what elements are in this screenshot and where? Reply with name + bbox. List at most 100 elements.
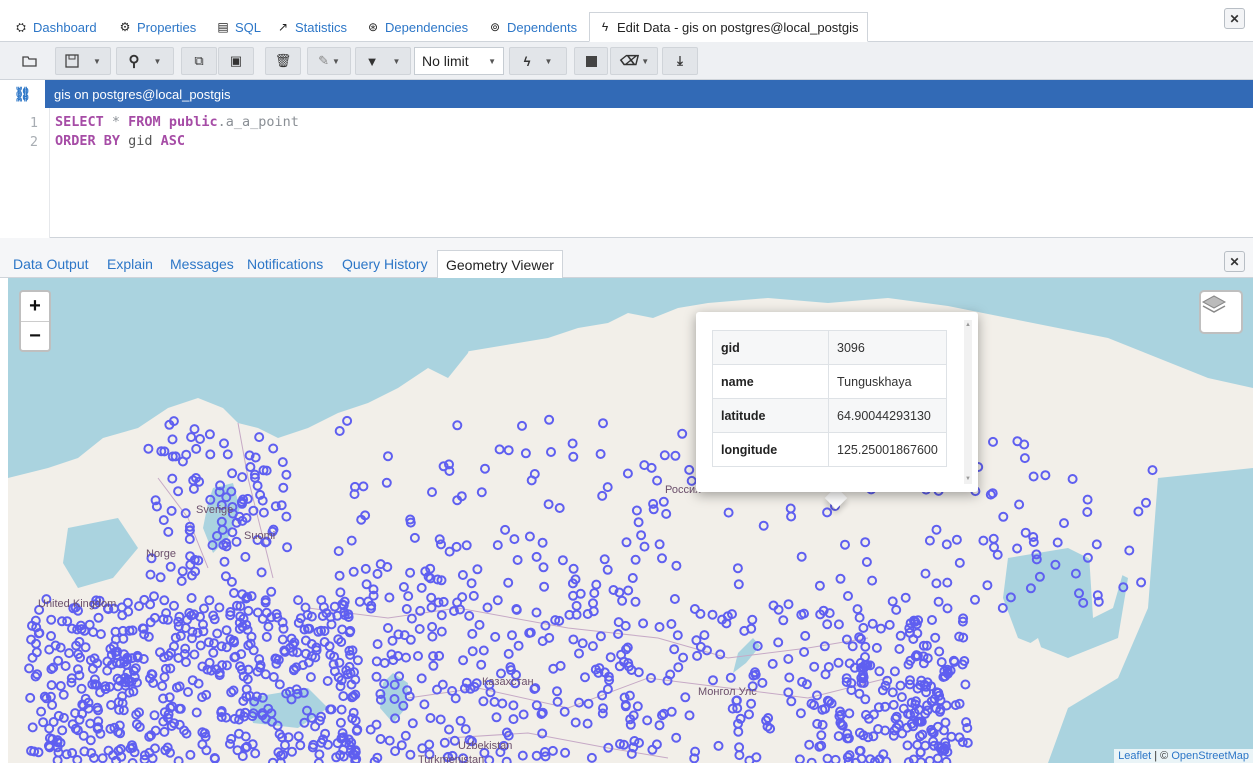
geometry-map[interactable]: Sverige Suomi Norge United Kingdom Росси… bbox=[8, 278, 1253, 763]
table-name: a_a_point bbox=[225, 114, 299, 130]
table-row: name Tunguskhaya bbox=[712, 364, 947, 399]
copy-icon: ⧉ bbox=[194, 53, 204, 68]
search-icon: ⚲ bbox=[128, 53, 140, 70]
tab-sql[interactable]: ▤ SQL bbox=[216, 15, 261, 39]
map-canvas[interactable] bbox=[8, 278, 1253, 763]
tab-dependents[interactable]: ⊚ Dependents bbox=[488, 15, 577, 39]
layers-icon bbox=[1201, 295, 1227, 313]
delete-button[interactable]: 🗑 bbox=[265, 47, 301, 75]
schema-name: public bbox=[160, 114, 218, 130]
property-value: Tunguskhaya bbox=[828, 364, 947, 399]
line-number: 2 bbox=[29, 134, 38, 150]
row-limit-select[interactable]: No limit ▼ bbox=[414, 47, 504, 75]
close-icon: ✕ bbox=[1229, 254, 1240, 269]
layers-control-button[interactable] bbox=[1199, 290, 1243, 334]
map-label-uk: United Kingdom bbox=[38, 598, 117, 610]
code-line[interactable]: SELECT * FROM public.a_a_point bbox=[55, 114, 299, 130]
tab-notifications[interactable]: Notifications bbox=[247, 256, 323, 272]
table-row: longitude 125.25001867600 bbox=[712, 432, 947, 467]
chevron-down-icon: ▼ bbox=[488, 56, 496, 66]
map-label-turkmenistan: Turkmenistan bbox=[418, 754, 485, 763]
osm-link[interactable]: OpenStreetMap bbox=[1171, 750, 1249, 762]
connection-bar: ⛓ gis on postgres@local_postgis bbox=[0, 80, 1253, 108]
edit-icon: ✎ bbox=[318, 53, 329, 68]
paste-button[interactable]: ▣ bbox=[218, 47, 254, 75]
code-line[interactable]: ORDER BY gid ASC bbox=[55, 133, 185, 149]
tab-properties[interactable]: ⚙ Properties bbox=[118, 15, 197, 39]
leaflet-link[interactable]: Leaflet bbox=[1118, 750, 1151, 762]
open-file-button[interactable] bbox=[16, 47, 44, 75]
column-name: gid bbox=[120, 133, 161, 149]
map-label-sweden: Sverige bbox=[196, 504, 234, 516]
sql-icon: ▤ bbox=[217, 20, 229, 34]
download-button[interactable]: ⤓ bbox=[662, 47, 698, 75]
lightning-icon: ϟ bbox=[601, 20, 609, 34]
property-key: latitude bbox=[712, 398, 829, 433]
edit-button[interactable]: ✎ ▼ bbox=[307, 47, 351, 75]
tab-label: SQL bbox=[235, 19, 262, 35]
clear-button[interactable]: ⌫ ▼ bbox=[610, 47, 658, 75]
tab-messages[interactable]: Messages bbox=[170, 256, 234, 272]
property-value: 3096 bbox=[828, 330, 947, 365]
connection-label[interactable]: gis on postgres@local_postgis bbox=[45, 80, 1253, 108]
tab-label: Dependencies bbox=[385, 19, 469, 35]
tab-edit-data[interactable]: ϟ Edit Data - gis on postgres@local_post… bbox=[589, 12, 868, 42]
map-label-finland: Suomi bbox=[244, 530, 276, 542]
map-label-kazakhstan: Казахстан bbox=[482, 676, 534, 688]
panel-tab-bar: ⛭ Dashboard ⚙ Properties ▤ SQL ↗ Statist… bbox=[0, 0, 1253, 42]
copy-button[interactable]: ⧉ bbox=[181, 47, 217, 75]
find-button[interactable]: ⚲ ▼ bbox=[116, 47, 174, 75]
tab-data-output[interactable]: Data Output bbox=[13, 256, 89, 272]
close-results-button[interactable]: ✕ bbox=[1224, 251, 1245, 272]
execute-button[interactable]: ϟ ▼ bbox=[509, 47, 567, 75]
keyword: SELECT bbox=[55, 114, 104, 130]
map-label-mongolia: Монгол Улс bbox=[698, 686, 757, 698]
row-limit-value: No limit bbox=[422, 53, 469, 69]
close-icon: ✕ bbox=[1229, 11, 1240, 26]
statistics-icon: ↗ bbox=[277, 20, 289, 34]
keyword: ORDER BY bbox=[55, 133, 121, 149]
sql-editor[interactable]: 1 2 SELECT * FROM public.a_a_point ORDER… bbox=[0, 108, 1253, 238]
lightning-icon: ϟ bbox=[523, 53, 531, 69]
chevron-down-icon: ▼ bbox=[331, 56, 340, 66]
filter-button[interactable]: ▼ ▼ bbox=[355, 47, 411, 75]
save-icon bbox=[65, 54, 79, 68]
properties-icon: ⚙ bbox=[119, 20, 131, 34]
line-number: 1 bbox=[29, 115, 38, 131]
chevron-down-icon: ▼ bbox=[392, 56, 401, 66]
result-tab-bar: Data Output Explain Messages Notificatio… bbox=[0, 238, 1253, 279]
query-toolbar: ▼ ⚲ ▼ ⧉ ▣ 🗑 ✎ ▼ ▼ ▼ No limit ▼ ϟ ▼ ⌫ ▼ ⤓ bbox=[0, 42, 1253, 80]
zoom-in-button[interactable]: + bbox=[21, 292, 49, 321]
close-panel-button[interactable]: ✕ bbox=[1224, 8, 1245, 29]
tab-dashboard[interactable]: ⛭ Dashboard bbox=[14, 15, 97, 39]
dependencies-icon: ⊛ bbox=[367, 20, 379, 34]
map-label-uzbekistan: Uzbekistan bbox=[458, 740, 513, 752]
tab-label: Properties bbox=[137, 19, 197, 35]
tab-geometry-viewer[interactable]: Geometry Viewer bbox=[437, 250, 563, 279]
tab-query-history[interactable]: Query History bbox=[342, 256, 428, 272]
filter-icon: ▼ bbox=[365, 53, 379, 69]
chevron-down-icon: ▼ bbox=[153, 56, 162, 66]
zoom-control: + − bbox=[19, 290, 51, 352]
table-row: gid 3096 bbox=[712, 330, 947, 365]
tab-dependencies[interactable]: ⊛ Dependencies bbox=[366, 15, 468, 39]
attribution-separator: | © bbox=[1151, 750, 1172, 762]
chevron-down-icon: ▼ bbox=[641, 56, 650, 66]
chevron-down-icon: ▼ bbox=[544, 56, 553, 66]
popup-scrollbar[interactable]: ▲ ▼ bbox=[964, 320, 972, 484]
download-icon: ⤓ bbox=[677, 53, 683, 68]
property-key: name bbox=[712, 364, 829, 399]
tab-label: Statistics bbox=[295, 19, 348, 35]
property-value: 64.90044293130 bbox=[828, 398, 947, 433]
dependents-icon: ⊚ bbox=[489, 20, 501, 34]
tab-label: Dashboard bbox=[33, 19, 97, 35]
tab-explain[interactable]: Explain bbox=[107, 256, 153, 272]
link-icon[interactable]: ⛓ bbox=[0, 80, 45, 108]
zoom-out-button[interactable]: − bbox=[21, 321, 49, 350]
tab-statistics[interactable]: ↗ Statistics bbox=[276, 15, 347, 39]
stop-icon bbox=[585, 55, 597, 67]
stop-button[interactable] bbox=[574, 47, 608, 75]
property-key: gid bbox=[712, 330, 829, 365]
save-button[interactable]: ▼ bbox=[55, 47, 111, 75]
scroll-up-icon: ▲ bbox=[965, 322, 971, 328]
